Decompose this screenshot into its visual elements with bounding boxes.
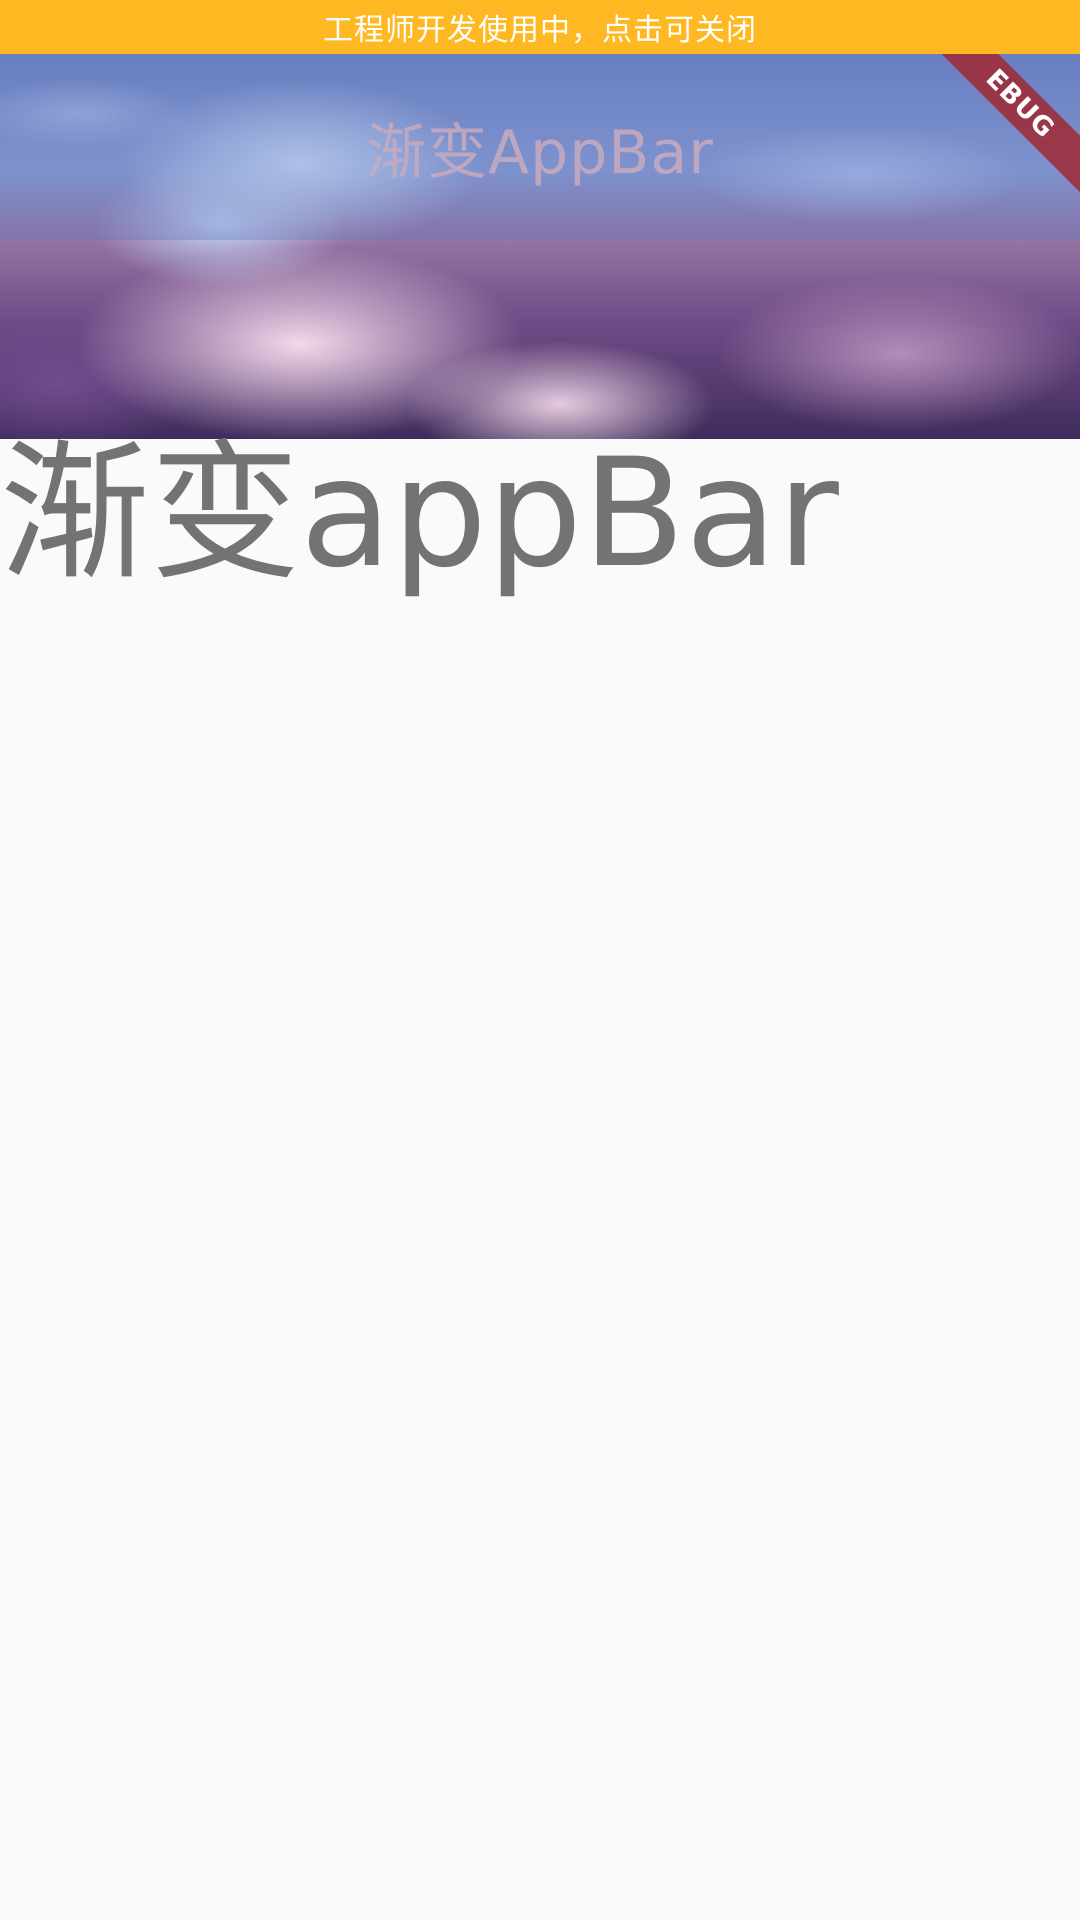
debug-ribbon: EBUG bbox=[940, 54, 1080, 194]
page-heading: 渐变appBar bbox=[0, 427, 839, 601]
debug-ribbon-label: EBUG bbox=[940, 54, 1080, 194]
appbar-header: 渐变AppBar bbox=[0, 54, 1080, 439]
dev-mode-banner-text: 工程师开发使用中，点击可关闭 bbox=[323, 13, 757, 48]
dev-mode-banner[interactable]: 工程师开发使用中，点击可关闭 bbox=[0, 0, 1080, 54]
appbar-title: 渐变AppBar bbox=[366, 118, 714, 188]
